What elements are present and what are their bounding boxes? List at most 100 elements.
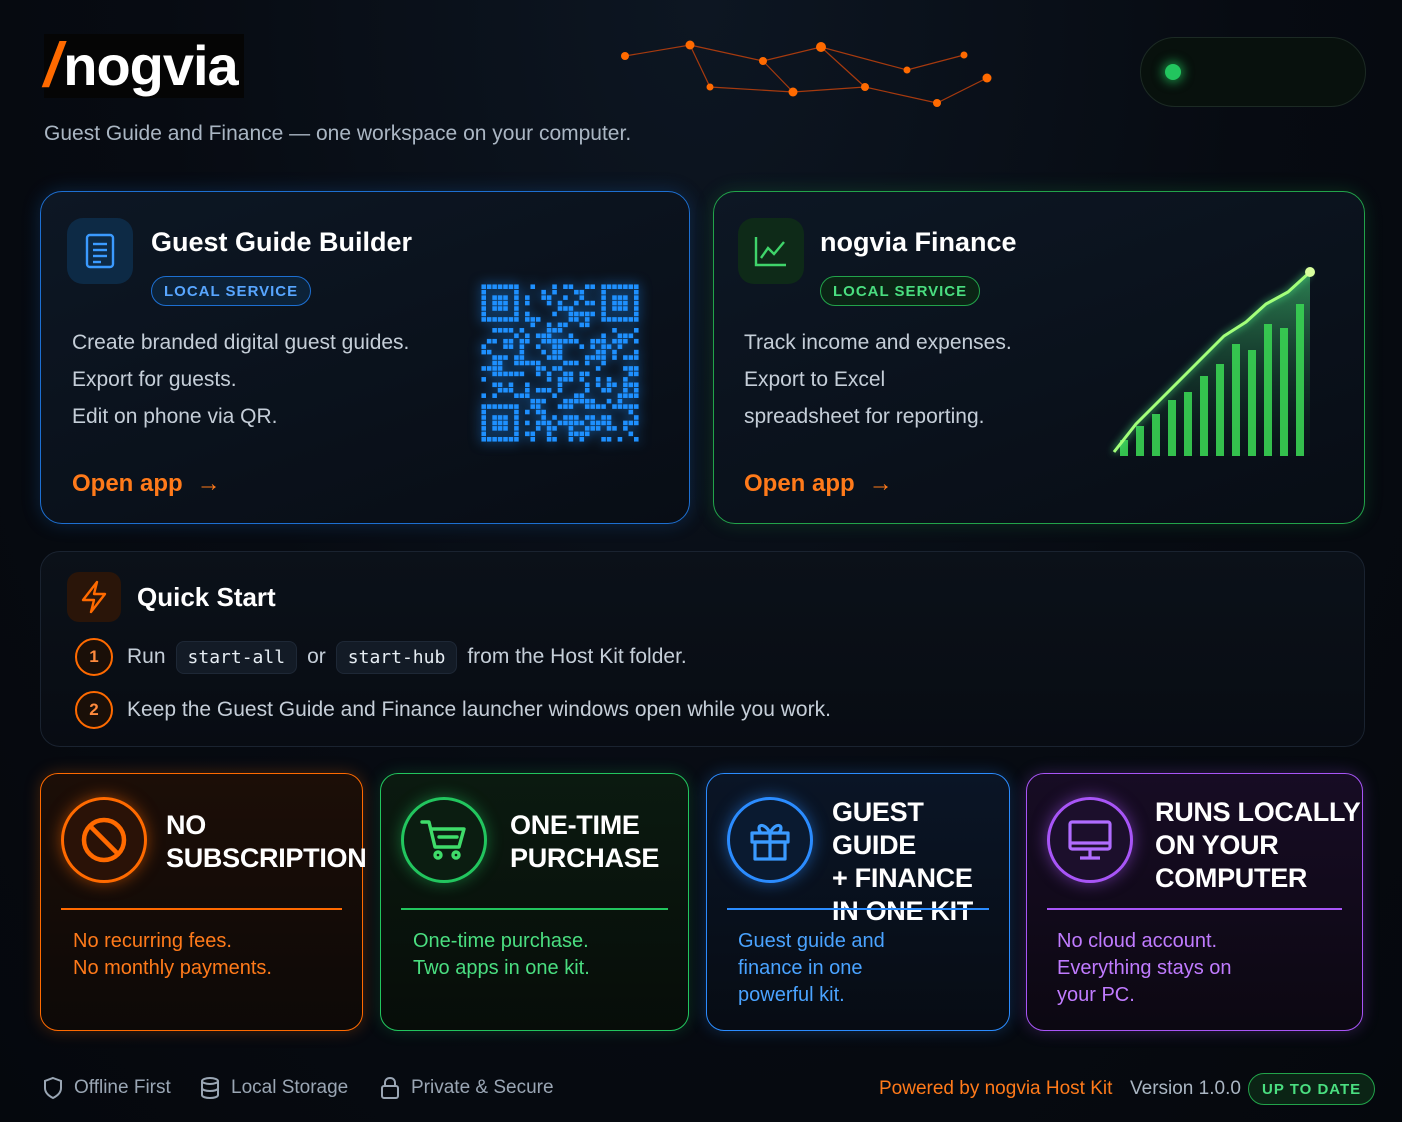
qr-module bbox=[519, 344, 525, 349]
qr-module bbox=[568, 333, 574, 339]
qr-module bbox=[595, 349, 601, 355]
feature-title-line: COMPUTER bbox=[1155, 863, 1308, 893]
qr-module bbox=[563, 371, 568, 377]
qr-module bbox=[568, 284, 574, 290]
qr-module bbox=[530, 398, 536, 404]
qr-module bbox=[552, 311, 557, 317]
qr-module bbox=[623, 317, 628, 322]
qr-module bbox=[503, 338, 508, 344]
qr-module bbox=[590, 404, 595, 409]
qr-module bbox=[541, 409, 546, 415]
qr-module bbox=[503, 426, 508, 431]
qr-module bbox=[503, 344, 508, 349]
qr-module bbox=[574, 289, 579, 295]
qr-module bbox=[601, 289, 606, 295]
qr-module bbox=[525, 317, 530, 322]
qr-module bbox=[601, 360, 606, 366]
qr-module bbox=[623, 295, 628, 300]
qr-module bbox=[568, 398, 574, 404]
qr-module bbox=[508, 436, 514, 442]
qr-module bbox=[514, 420, 519, 426]
qr-module bbox=[481, 311, 487, 317]
qr-module bbox=[633, 371, 639, 377]
qr-module bbox=[574, 317, 579, 322]
qr-module bbox=[481, 409, 487, 415]
qr-module bbox=[633, 289, 639, 295]
quick-start-panel: Quick Start 1 Run start-all or start-hub… bbox=[40, 551, 1365, 747]
qr-module bbox=[481, 415, 487, 420]
open-app-label: Open app bbox=[744, 470, 855, 497]
qr-module bbox=[563, 338, 568, 344]
qr-module bbox=[514, 426, 519, 431]
feature-desc-line: No monthly payments. bbox=[73, 957, 272, 979]
desc-line: spreadsheet for reporting. bbox=[744, 405, 985, 428]
code-snippet[interactable]: start-all bbox=[175, 640, 298, 674]
qr-module bbox=[617, 300, 623, 306]
qr-module bbox=[584, 317, 590, 322]
finance-card[interactable]: nogvia Finance LOCAL SERVICE Track incom… bbox=[713, 191, 1365, 524]
qr-module bbox=[557, 377, 563, 382]
qr-module bbox=[514, 371, 519, 377]
qr-module bbox=[546, 420, 552, 426]
qr-module bbox=[535, 344, 541, 349]
qr-module bbox=[525, 382, 530, 388]
qr-module bbox=[514, 409, 519, 415]
footer-offline-first: Offline First bbox=[42, 1076, 171, 1100]
guest-guide-card[interactable]: Guest Guide Builder LOCAL SERVICE Create… bbox=[40, 191, 690, 524]
qr-module bbox=[633, 404, 639, 409]
qr-module bbox=[497, 387, 503, 393]
qr-module bbox=[481, 317, 487, 322]
code-snippet[interactable]: start-hub bbox=[335, 640, 458, 674]
qr-module bbox=[541, 420, 546, 426]
qr-module bbox=[497, 404, 503, 409]
qr-module bbox=[514, 415, 519, 420]
feature-title-line: PURCHASE bbox=[510, 843, 660, 873]
network-decoration-icon bbox=[621, 40, 992, 107]
qr-module bbox=[557, 366, 563, 371]
qr-module bbox=[590, 344, 595, 349]
card-description: Create branded digital guest guides. Exp… bbox=[72, 324, 409, 435]
open-app-link[interactable]: Open app → bbox=[72, 470, 221, 498]
divider bbox=[61, 908, 342, 910]
qr-module bbox=[579, 311, 585, 317]
qr-module bbox=[481, 300, 487, 306]
qr-module bbox=[503, 371, 508, 377]
qr-module bbox=[612, 300, 617, 306]
qr-module bbox=[574, 420, 579, 426]
quick-start-title: Quick Start bbox=[137, 582, 276, 612]
qr-module bbox=[481, 393, 487, 398]
qr-module bbox=[590, 284, 595, 290]
qr-module bbox=[481, 404, 487, 409]
card-title: nogvia Finance bbox=[820, 227, 1017, 257]
card-description: Track income and expenses. Export to Exc… bbox=[744, 324, 1012, 435]
qr-module bbox=[519, 360, 525, 366]
qr-module bbox=[601, 284, 606, 290]
qr-module bbox=[541, 415, 546, 420]
qr-module bbox=[535, 371, 541, 377]
qr-module bbox=[557, 387, 563, 393]
open-app-label: Open app bbox=[72, 470, 183, 497]
qr-module bbox=[557, 404, 563, 409]
qr-module bbox=[568, 415, 574, 420]
qr-module bbox=[633, 328, 639, 333]
qr-module bbox=[623, 404, 628, 409]
status-dot bbox=[1165, 64, 1181, 80]
feature-title: RUNS LOCALLY ON YOUR COMPUTER bbox=[1155, 796, 1361, 895]
qr-module bbox=[497, 360, 503, 366]
qr-module bbox=[481, 366, 487, 371]
qr-module bbox=[623, 366, 628, 371]
qr-module bbox=[595, 338, 601, 344]
qr-module bbox=[492, 338, 497, 344]
qr-module bbox=[508, 284, 514, 290]
open-app-link[interactable]: Open app → bbox=[744, 470, 893, 498]
status-pill bbox=[1140, 37, 1366, 107]
qr-module bbox=[508, 371, 514, 377]
divider bbox=[1047, 908, 1342, 910]
logo: / nogvia bbox=[44, 34, 244, 98]
monitor-icon bbox=[1047, 797, 1133, 883]
qr-module bbox=[606, 377, 612, 382]
qr-module bbox=[508, 404, 514, 409]
qr-module bbox=[546, 431, 552, 437]
qr-module bbox=[535, 366, 541, 371]
qr-module bbox=[623, 284, 628, 290]
